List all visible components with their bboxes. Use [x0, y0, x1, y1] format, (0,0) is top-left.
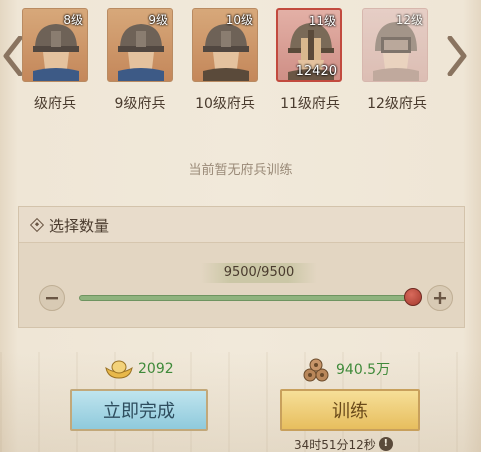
unit-name-label: 9级府兵 [114, 96, 166, 112]
unit-count-badge: 12420 [295, 64, 337, 79]
increase-quantity-button[interactable] [427, 285, 453, 311]
quantity-slider-thumb[interactable] [404, 288, 422, 306]
quantity-panel-title: 选择数量 [49, 217, 110, 235]
quantity-panel: 选择数量 9500/9500 [18, 206, 465, 328]
train-button[interactable]: 训练 [280, 389, 420, 431]
unit-name-label: 10级府兵 [195, 96, 255, 112]
unit-level-badge: 8级 [63, 13, 83, 27]
gold-cost-value: 2092 [138, 361, 174, 377]
train-duration: 34时51分12秒 ! [294, 435, 393, 452]
unit-name-label: 11级府兵 [280, 96, 340, 112]
diamond-icon [29, 217, 45, 233]
unit-card-11[interactable]: 11级 12420 [276, 8, 342, 82]
quantity-panel-header: 选择数量 [19, 207, 464, 243]
unit-name-label: 级府兵 [34, 96, 76, 112]
finish-now-button[interactable]: 立即完成 [70, 389, 208, 431]
wood-cost: 940.5万 [302, 358, 391, 382]
plus-icon [434, 292, 446, 304]
unit-level-badge: 11级 [308, 14, 336, 28]
scroll-right-button[interactable] [446, 36, 468, 76]
soldier-portrait-icon [203, 24, 249, 81]
chevron-right-icon [447, 36, 467, 76]
unit-level-badge: 9级 [148, 13, 168, 27]
gold-cost: 2092 [104, 358, 174, 380]
unit-card-10[interactable]: 10级 [192, 8, 258, 82]
quantity-slider-track[interactable] [79, 295, 413, 301]
unit-card-9[interactable]: 9级 [107, 8, 173, 82]
unit-card-12[interactable]: 12级 [362, 8, 428, 82]
gold-ingot-icon [105, 360, 133, 379]
wood-cost-value: 940.5万 [336, 362, 391, 378]
minus-icon [46, 297, 58, 300]
decrease-quantity-button[interactable] [39, 285, 65, 311]
unit-card-8[interactable]: 8级 [22, 8, 88, 82]
train-duration-text: 34时51分12秒 [294, 437, 376, 452]
wood-logs-icon [303, 358, 329, 382]
soldier-portrait-icon [373, 22, 419, 81]
unit-level-badge: 12级 [395, 13, 423, 27]
soldier-portrait-icon [33, 24, 79, 81]
unit-level-badge: 10级 [225, 13, 253, 27]
quantity-value-label: 9500/9500 [201, 263, 317, 283]
scroll-left-button[interactable] [2, 36, 24, 76]
chevron-left-icon [3, 36, 23, 76]
soldier-portrait-icon [118, 24, 164, 81]
training-status-text: 当前暂无府兵训练 [188, 163, 293, 178]
unit-name-label: 12级府兵 [367, 96, 427, 112]
info-icon[interactable]: ! [378, 437, 393, 451]
